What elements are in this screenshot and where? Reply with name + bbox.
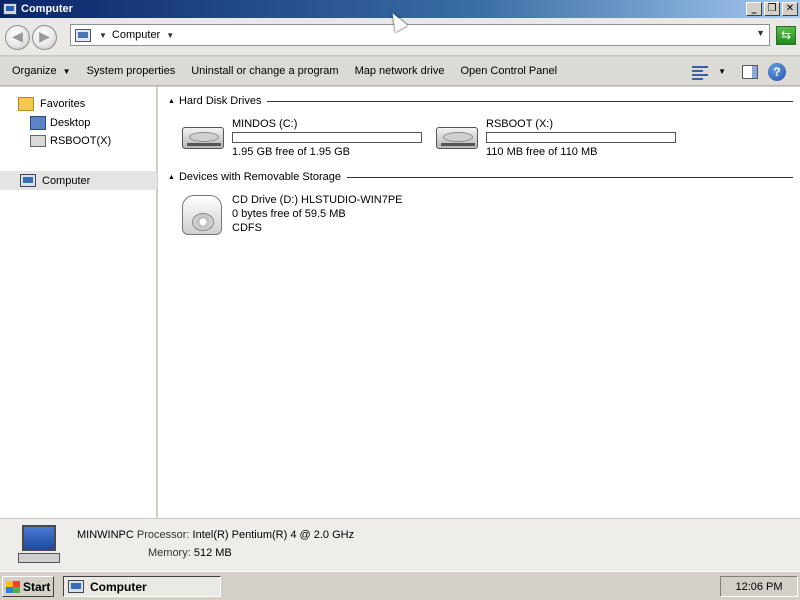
nav-item-label: Desktop <box>50 117 91 129</box>
nav-item-label: Computer <box>42 174 91 187</box>
start-label: Start <box>23 579 51 594</box>
chevron-down-icon: ▼ <box>62 67 71 76</box>
computer-icon <box>75 28 91 42</box>
drive-name: CD Drive (D:) HLSTUDIO-WIN7PE <box>232 194 403 206</box>
breadcrumb-dropdown[interactable]: ▼ <box>166 31 174 40</box>
drive-name: RSBOOT (X:) <box>486 118 554 130</box>
drive-item-c[interactable]: MINDOS (C:) 1.95 GB free of 1.95 GB <box>180 117 422 159</box>
address-input[interactable]: ▼ Computer ▼ ▼ <box>70 24 770 46</box>
command-bar: Organize ▼ System properties Uninstall or… <box>0 57 800 86</box>
cd-drive-icon <box>180 193 226 235</box>
details-pane: MINWINPC Processor: Intel(R) Pentium(R) … <box>0 518 800 571</box>
computer-name: MINWINPC <box>77 529 134 541</box>
close-button[interactable]: ✕ <box>782 2 798 16</box>
minimize-button[interactable]: _ <box>746 2 762 16</box>
start-flag-icon <box>6 580 20 593</box>
drive-free-space: 0 bytes free of 59.5 MB <box>232 208 346 220</box>
taskbar-item-computer[interactable]: Computer <box>63 576 221 597</box>
drive-free-space: 110 MB free of 110 MB <box>486 146 598 158</box>
nav-item-label: Favorites <box>40 98 86 110</box>
nav-item-computer[interactable]: Computer <box>0 171 157 190</box>
group-header-hard-disks[interactable]: ▲ Hard Disk Drives <box>168 95 793 107</box>
breadcrumb-root-dropdown[interactable]: ▼ <box>99 31 107 40</box>
refresh-button[interactable]: ⇆ <box>776 26 796 45</box>
group-divider <box>267 100 793 102</box>
window-title: Computer <box>21 3 73 15</box>
processor-label: Processor: <box>136 529 190 541</box>
group-divider <box>346 176 793 178</box>
window-controls: _ ❐ ✕ <box>746 2 798 16</box>
details-processor-row: MINWINPC Processor: Intel(R) Pentium(R) … <box>77 529 354 541</box>
help-icon[interactable]: ? <box>768 62 786 81</box>
drive-usage-bar <box>232 132 422 143</box>
back-button[interactable]: ◀ <box>5 25 30 50</box>
navigation-pane: Favorites Desktop RSBOOT(X) Computer <box>0 87 157 518</box>
view-controls: ▼ ? <box>692 57 800 86</box>
drive-usage-bar <box>486 132 676 143</box>
drive-item-d[interactable]: CD Drive (D:) HLSTUDIO-WIN7PE 0 bytes fr… <box>180 193 403 235</box>
computer-icon <box>18 525 60 565</box>
preview-pane-icon[interactable] <box>742 64 758 79</box>
collapse-caret-icon: ▲ <box>168 173 175 181</box>
views-dropdown[interactable]: ▼ <box>718 67 726 76</box>
clock: 12:06 PM <box>735 580 783 593</box>
organize-label: Organize <box>12 65 57 77</box>
views-icon[interactable] <box>692 65 709 80</box>
uninstall-program-button[interactable]: Uninstall or change a program <box>183 65 346 77</box>
hard-disk-icon <box>434 117 480 157</box>
maximize-button[interactable]: ❐ <box>764 2 780 16</box>
nav-item-desktop[interactable]: Desktop <box>30 116 90 130</box>
desktop-icon <box>30 116 46 130</box>
group-header-removable[interactable]: ▲ Devices with Removable Storage <box>168 171 793 183</box>
taskbar: Start Computer 12:06 PM <box>0 571 800 600</box>
drive-free-space: 1.95 GB free of 1.95 GB <box>232 146 351 158</box>
details-memory-row: Memory: 512 MB <box>148 547 232 559</box>
forward-button[interactable]: ▶ <box>32 25 57 50</box>
memory-label: Memory: <box>148 547 191 559</box>
system-tray-clock[interactable]: 12:06 PM <box>720 576 798 597</box>
map-network-drive-button[interactable]: Map network drive <box>347 65 453 77</box>
system-properties-button[interactable]: System properties <box>79 65 184 77</box>
start-button[interactable]: Start <box>2 576 54 597</box>
drive-filesystem: CDFS <box>232 222 262 234</box>
organize-menu[interactable]: Organize ▼ <box>0 65 79 77</box>
group-title: Hard Disk Drives <box>178 95 262 107</box>
processor-value: Intel(R) Pentium(R) 4 @ 2.0 GHz <box>192 529 355 541</box>
computer-icon <box>3 3 17 15</box>
computer-icon <box>20 174 36 187</box>
nav-item-rsboot[interactable]: RSBOOT(X) <box>30 135 111 147</box>
group-title: Devices with Removable Storage <box>178 171 341 183</box>
nav-item-label: RSBOOT(X) <box>50 135 112 147</box>
hard-disk-icon <box>180 117 226 157</box>
taskbar-item-label: Computer <box>90 579 147 594</box>
open-control-panel-button[interactable]: Open Control Panel <box>452 65 565 77</box>
drive-name: MINDOS (C:) <box>232 118 298 130</box>
nav-item-favorites[interactable]: Favorites <box>18 97 85 111</box>
collapse-caret-icon: ▲ <box>168 97 175 105</box>
drive-item-x[interactable]: RSBOOT (X:) 110 MB free of 110 MB <box>434 117 676 159</box>
breadcrumb-computer[interactable]: Computer <box>112 29 160 41</box>
file-list-pane[interactable]: ▲ Hard Disk Drives MINDOS (C:) 1.95 GB f… <box>158 87 800 518</box>
address-history-dropdown[interactable]: ▼ <box>756 28 765 38</box>
computer-icon <box>68 580 84 593</box>
favorites-icon <box>18 97 34 111</box>
memory-value: 512 MB <box>193 547 232 559</box>
drive-icon <box>30 135 46 147</box>
